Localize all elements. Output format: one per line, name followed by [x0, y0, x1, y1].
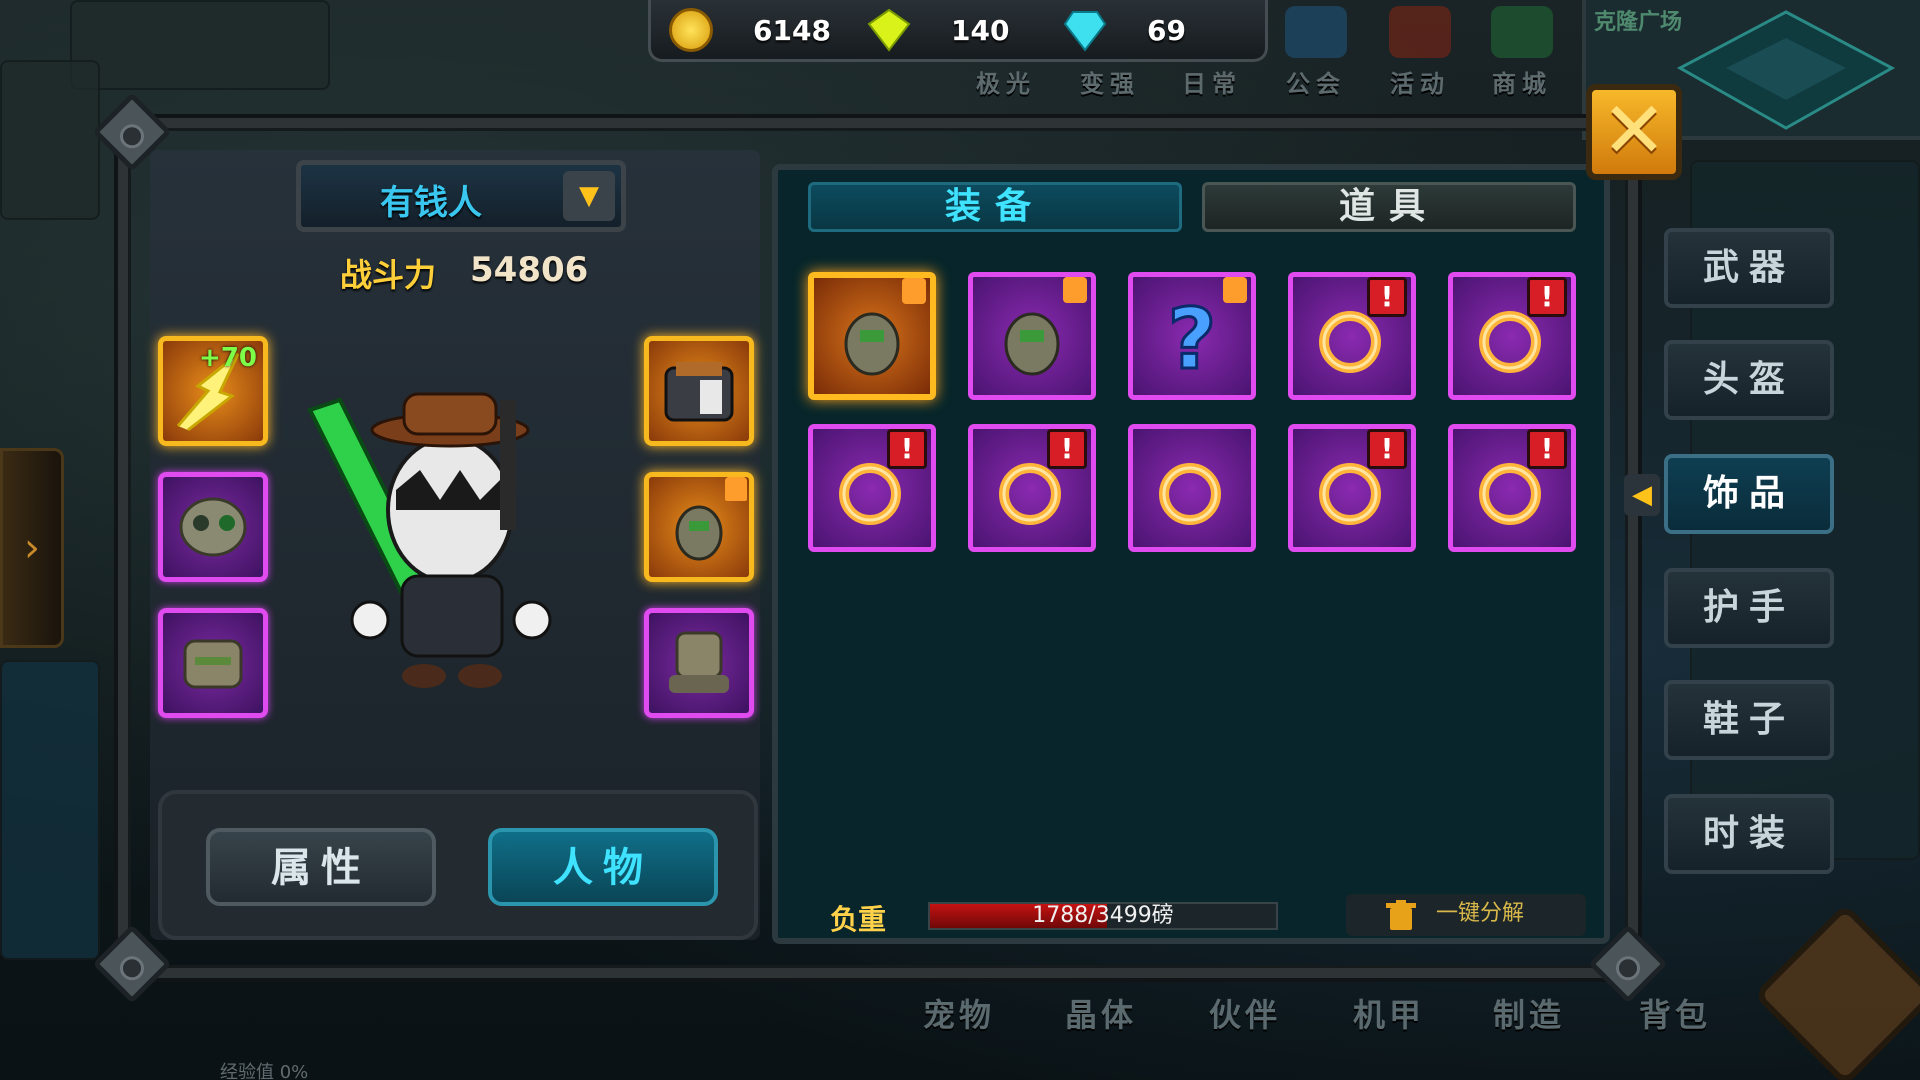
top-menu-aurora[interactable]: 极光: [960, 6, 1052, 98]
svg-text:?: ?: [1168, 290, 1217, 384]
guild-fist-icon: [1285, 6, 1347, 58]
shop-basket-icon: [1491, 6, 1553, 58]
inventory-item-slot[interactable]: !: [1288, 272, 1416, 400]
lock-icon: [1223, 277, 1247, 303]
close-icon: ✕: [1601, 86, 1667, 176]
equipment-tab[interactable]: 装备: [808, 182, 1182, 232]
weight-progress-bar: 1788/3499磅: [928, 902, 1278, 930]
inventory-item-slot[interactable]: !: [968, 424, 1096, 552]
equipped-gloves-slot[interactable]: [158, 608, 268, 718]
top-menu-shop[interactable]: 商城: [1476, 6, 1568, 98]
ring-accessory-icon: [1159, 463, 1221, 525]
experience-label: 经验值 0%: [220, 1062, 309, 1080]
player-character-avatar: [307, 392, 552, 688]
top-menu-guild[interactable]: 公会: [1270, 6, 1362, 98]
inventory-item-slot[interactable]: [968, 272, 1096, 400]
equipped-accessory-slot[interactable]: [644, 472, 754, 582]
active-category-indicator-icon: ◀: [1624, 474, 1660, 516]
gold-currency: 6148: [669, 8, 831, 52]
equipped-boots-slot[interactable]: [644, 608, 754, 718]
yellow-gem-icon: [867, 8, 911, 52]
inventory-item-slot[interactable]: ?: [1128, 272, 1256, 400]
dismantle-label: 一键分解: [1436, 901, 1525, 926]
side-expand-tab[interactable]: ›: [0, 448, 64, 648]
top-menu-label: 公会: [1286, 70, 1346, 98]
items-tab[interactable]: 道具: [1202, 182, 1576, 232]
equipped-helmet-slot[interactable]: [158, 472, 268, 582]
upgrade-bonus: +70: [199, 343, 257, 373]
top-menu-label: 活动: [1390, 70, 1450, 98]
new-alert-icon: !: [1047, 429, 1087, 469]
inventory-item-slot[interactable]: !: [1448, 424, 1576, 552]
inventory-item-slot[interactable]: [808, 272, 936, 400]
top-menu-event[interactable]: 活动: [1374, 6, 1466, 98]
category-fashion[interactable]: 时装: [1664, 794, 1834, 874]
lock-icon: [902, 278, 926, 304]
bottom-menu-partner[interactable]: 伙伴: [1190, 990, 1300, 1036]
character-name: 有钱人: [380, 183, 482, 223]
inventory-item-slot[interactable]: !: [1448, 272, 1576, 400]
category-boots[interactable]: 鞋子: [1664, 680, 1834, 760]
category-weapon[interactable]: 武器: [1664, 228, 1834, 308]
gauntlet-icon: [183, 639, 243, 689]
armored-boots-icon: [669, 631, 729, 693]
attributes-tab[interactable]: 属性: [206, 828, 436, 906]
bottom-menu-backpack[interactable]: 背包: [1620, 990, 1730, 1036]
category-helmet[interactable]: 头盔: [1664, 340, 1834, 420]
inventory-footer: 负重 1788/3499磅 一键分解: [780, 892, 1600, 936]
equipped-armor-slot[interactable]: [644, 336, 754, 446]
character-view-tabs: 属性 人物: [158, 790, 758, 940]
chevron-down-icon[interactable]: ▼: [563, 171, 615, 221]
event-gift-icon: [1389, 6, 1451, 58]
weight-label: 负重: [830, 903, 887, 936]
equipped-weapon-slot[interactable]: +70: [158, 336, 268, 446]
minimap-location-label: 克隆广场: [1594, 10, 1683, 35]
character-tab[interactable]: 人物: [488, 828, 718, 906]
trash-icon: [1386, 900, 1416, 930]
top-menu-label: 极光: [976, 70, 1036, 98]
bottom-menu-crystal[interactable]: 晶体: [1046, 990, 1156, 1036]
top-menu-label: 日常: [1182, 70, 1242, 98]
inventory-item-slot[interactable]: [1128, 424, 1256, 552]
top-menu-powerup[interactable]: 变强: [1064, 6, 1156, 98]
combat-power-label: 战斗力: [340, 256, 437, 294]
inventory-item-slot[interactable]: !: [808, 424, 936, 552]
top-menu-label: 变强: [1080, 70, 1140, 98]
close-button[interactable]: ✕: [1586, 84, 1682, 180]
top-menu-daily[interactable]: 日常: [1166, 6, 1258, 98]
bottom-menu-craft[interactable]: 制造: [1474, 990, 1584, 1036]
new-alert-icon: !: [887, 429, 927, 469]
character-name-plate[interactable]: 有钱人 ▼: [296, 160, 626, 232]
weight-value: 1788/3499磅: [1032, 903, 1174, 928]
minimap-map-icon: [1676, 10, 1896, 130]
new-alert-icon: !: [1527, 429, 1567, 469]
gas-mask-helmet-icon: [179, 497, 247, 557]
combat-power-value: 54806: [470, 250, 589, 290]
new-alert-icon: !: [1367, 277, 1407, 317]
category-gloves[interactable]: 护手: [1664, 568, 1834, 648]
gold-amount: 6148: [753, 13, 831, 47]
new-alert-icon: !: [1367, 429, 1407, 469]
lock-icon: [725, 477, 747, 501]
armor-vest-icon: [664, 362, 734, 422]
bottom-menu-pet[interactable]: 宠物: [904, 990, 1014, 1036]
bottom-menu-mecha[interactable]: 机甲: [1334, 990, 1444, 1036]
inventory-item-slot[interactable]: !: [1288, 424, 1416, 552]
new-alert-icon: !: [1527, 277, 1567, 317]
category-accessory[interactable]: 饰品: [1664, 454, 1834, 534]
lock-icon: [1063, 277, 1087, 303]
dismantle-all-button[interactable]: 一键分解: [1346, 894, 1586, 936]
top-menu-label: 商城: [1492, 70, 1552, 98]
gold-coin-icon: [669, 8, 713, 52]
